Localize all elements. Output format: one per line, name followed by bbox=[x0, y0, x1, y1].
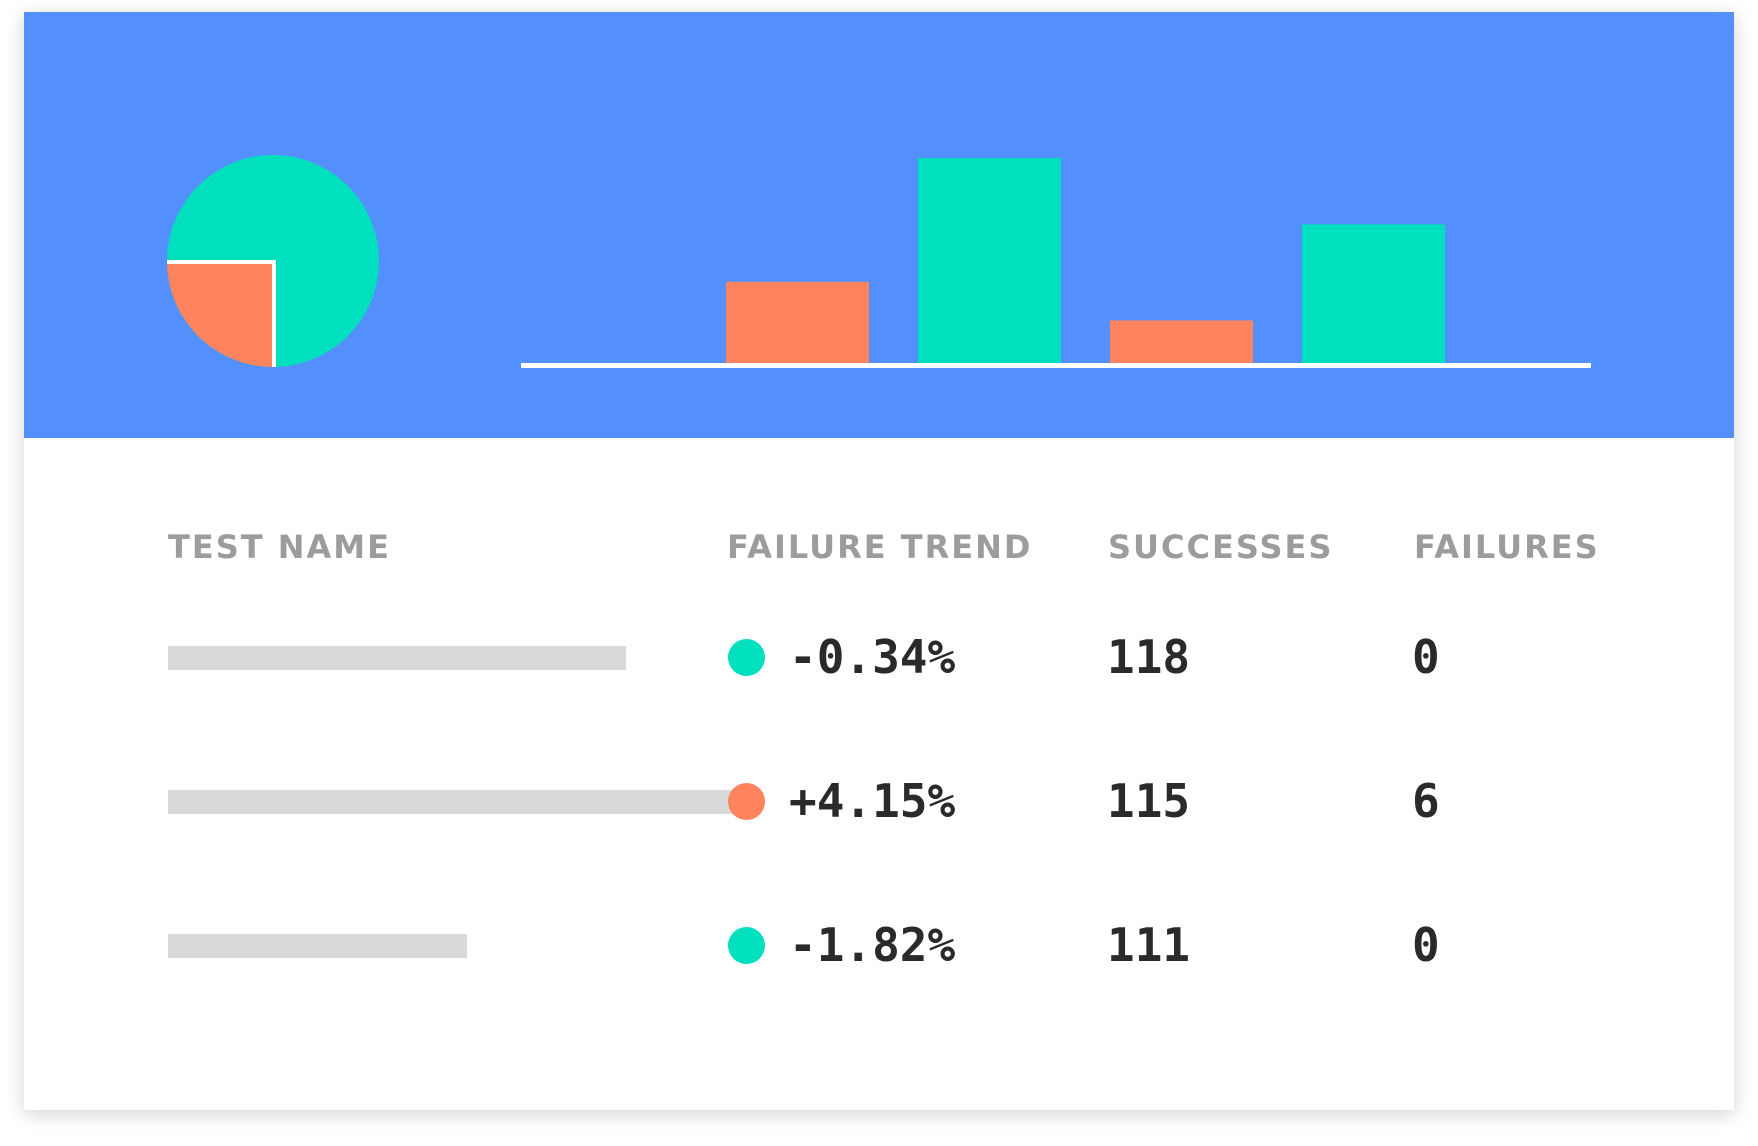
test-report-card: TEST NAME FAILURE TREND SUCCESSES FAILUR… bbox=[24, 12, 1734, 1110]
successes-value: 118 bbox=[1107, 630, 1191, 684]
summary-banner bbox=[24, 12, 1734, 438]
failures-value: 0 bbox=[1412, 630, 1440, 684]
successes-value: 115 bbox=[1107, 774, 1191, 828]
trend-status-dot bbox=[728, 639, 765, 676]
trend-status-dot bbox=[728, 927, 765, 964]
trend-bar-chart bbox=[521, 158, 1591, 368]
table-row[interactable]: -0.34% 118 0 bbox=[24, 627, 1734, 687]
column-header-failure-trend: FAILURE TREND bbox=[727, 528, 1033, 566]
redacted-test-name bbox=[168, 646, 626, 670]
table-row[interactable]: -1.82% 111 0 bbox=[24, 915, 1734, 975]
test-results-table: TEST NAME FAILURE TREND SUCCESSES FAILUR… bbox=[24, 438, 1734, 1110]
bar-3 bbox=[1110, 320, 1253, 364]
column-header-test-name: TEST NAME bbox=[168, 528, 391, 566]
bar-4 bbox=[1302, 224, 1445, 364]
table-row[interactable]: +4.15% 115 6 bbox=[24, 771, 1734, 831]
redacted-test-name bbox=[168, 790, 738, 814]
failures-value: 6 bbox=[1412, 774, 1440, 828]
column-header-successes: SUCCESSES bbox=[1108, 528, 1334, 566]
column-header-failures: FAILURES bbox=[1414, 528, 1600, 566]
bar-2 bbox=[918, 158, 1061, 364]
failures-value: 0 bbox=[1412, 918, 1440, 972]
trend-status-dot bbox=[728, 783, 765, 820]
failure-trend-value: +4.15% bbox=[789, 774, 956, 828]
redacted-test-name bbox=[168, 934, 467, 958]
bar-1 bbox=[726, 281, 869, 364]
successes-value: 111 bbox=[1107, 918, 1191, 972]
failure-trend-value: -1.82% bbox=[789, 918, 956, 972]
failure-trend-value: -0.34% bbox=[789, 630, 956, 684]
